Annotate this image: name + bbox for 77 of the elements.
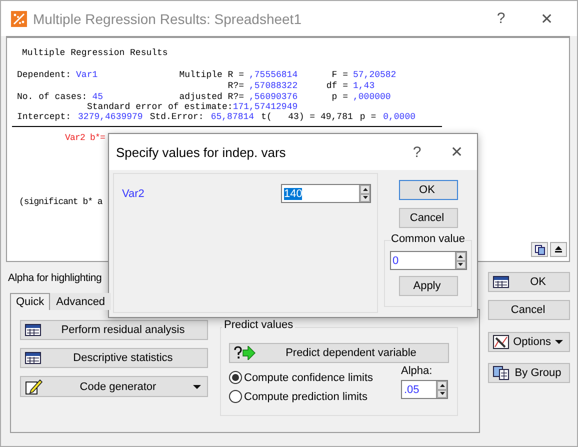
side-button[interactable]: By Group (488, 363, 570, 383)
pencil-icon (25, 378, 43, 394)
question-arrow-icon (234, 346, 256, 360)
alpha-label: Alpha: (401, 365, 434, 377)
value-spinbox[interactable]: 140 (281, 184, 371, 203)
note-text: (significant b* a (19, 197, 102, 207)
collapse-icon[interactable] (550, 242, 567, 257)
stat-label: adjusted R?= (178, 92, 244, 102)
up-arrow-icon[interactable] (440, 384, 444, 387)
table-icon (493, 276, 510, 288)
predict-button[interactable]: Predict dependent variable (229, 343, 449, 363)
radio-button[interactable] (229, 390, 242, 403)
apply-button[interactable]: Apply (398, 276, 458, 296)
stat-label: Dependent: (17, 70, 72, 80)
stat-value: 57,20582 (353, 70, 398, 80)
caret-icon (555, 340, 563, 344)
caret-icon (193, 384, 201, 388)
window-title: Multiple Regression Results: Spreadsheet1 (33, 10, 302, 26)
help-button[interactable]: ? (397, 144, 437, 160)
stat-label: Standard error of estimate: (87, 102, 233, 112)
dialog-title: Specify values for indep. vars (116, 144, 287, 160)
copy-icon[interactable] (531, 242, 548, 257)
help-button[interactable]: ? (481, 10, 521, 27)
side-button[interactable]: Options (488, 332, 570, 352)
stat-label: No. of cases: (17, 92, 88, 102)
coefficient-label: Var2 b*= (65, 133, 106, 143)
radio-button[interactable] (229, 371, 242, 384)
stat-value: 1,43 (353, 81, 376, 91)
alpha-spinbox[interactable]: .05 (401, 380, 448, 399)
action-button[interactable]: Perform residual analysis (20, 320, 208, 340)
up-arrow-icon[interactable] (458, 254, 463, 258)
app-icon (11, 10, 27, 26)
down-arrow-icon[interactable] (362, 196, 368, 200)
stat-value: ,000000 (353, 92, 392, 102)
table-icon (25, 324, 41, 336)
stat-label: F = (330, 70, 348, 80)
down-arrow-icon[interactable] (458, 263, 463, 266)
grouped-sheets-icon (493, 366, 510, 380)
radio-label[interactable]: Compute prediction limits (244, 390, 368, 402)
stat-value: 171,57412949 (232, 102, 298, 112)
side-button[interactable]: OK (488, 272, 570, 292)
up-arrow-icon[interactable] (362, 188, 368, 191)
stat-label: Std.Error: (150, 112, 204, 122)
stat-label: df = (326, 81, 348, 91)
stat-label: Intercept: (17, 112, 72, 122)
table-icon (25, 352, 41, 364)
side-button[interactable]: Cancel (488, 300, 570, 320)
group-title: Predict values (222, 319, 296, 331)
group-title: Common value (391, 233, 465, 245)
cancel-button[interactable]: Cancel (398, 208, 458, 228)
action-button[interactable]: Code generator (20, 376, 208, 397)
stat-value: ,57088322 (249, 81, 299, 91)
stat-label: Multiple R = (178, 70, 244, 80)
variable-name: Var2 (122, 188, 144, 200)
close-button[interactable]: ✕ (437, 143, 477, 161)
stat-value: 3279,4639979 (78, 112, 143, 122)
action-button[interactable]: Descriptive statistics (20, 348, 208, 368)
stat-label: p = (360, 112, 376, 122)
tab[interactable]: Advanced (50, 293, 112, 310)
common-value-spinbox[interactable]: 0 (390, 251, 466, 270)
chart-options-icon (493, 335, 510, 349)
down-arrow-icon[interactable] (440, 392, 444, 396)
radio-label[interactable]: Compute confidence limits (244, 372, 374, 384)
report-title: Multiple Regression Results (22, 48, 169, 58)
stat-label: p = (330, 92, 348, 102)
ok-button[interactable]: OK (398, 180, 458, 200)
stat-value: 45 (92, 92, 104, 102)
stat-label: t( 43) = 49,781 (261, 112, 353, 122)
stat-value: Var1 (76, 70, 98, 80)
close-button[interactable]: ✕ (527, 10, 567, 28)
stat-value: ,56090376 (249, 92, 299, 102)
stat-value: 65,87814 (210, 112, 254, 122)
tab[interactable]: Quick (10, 293, 50, 310)
stat-value: 0,0000 (383, 112, 416, 122)
stat-label: R?= (226, 81, 244, 91)
alpha-label: Alpha for highlighting (8, 272, 102, 284)
stat-value: ,75556814 (249, 70, 299, 80)
